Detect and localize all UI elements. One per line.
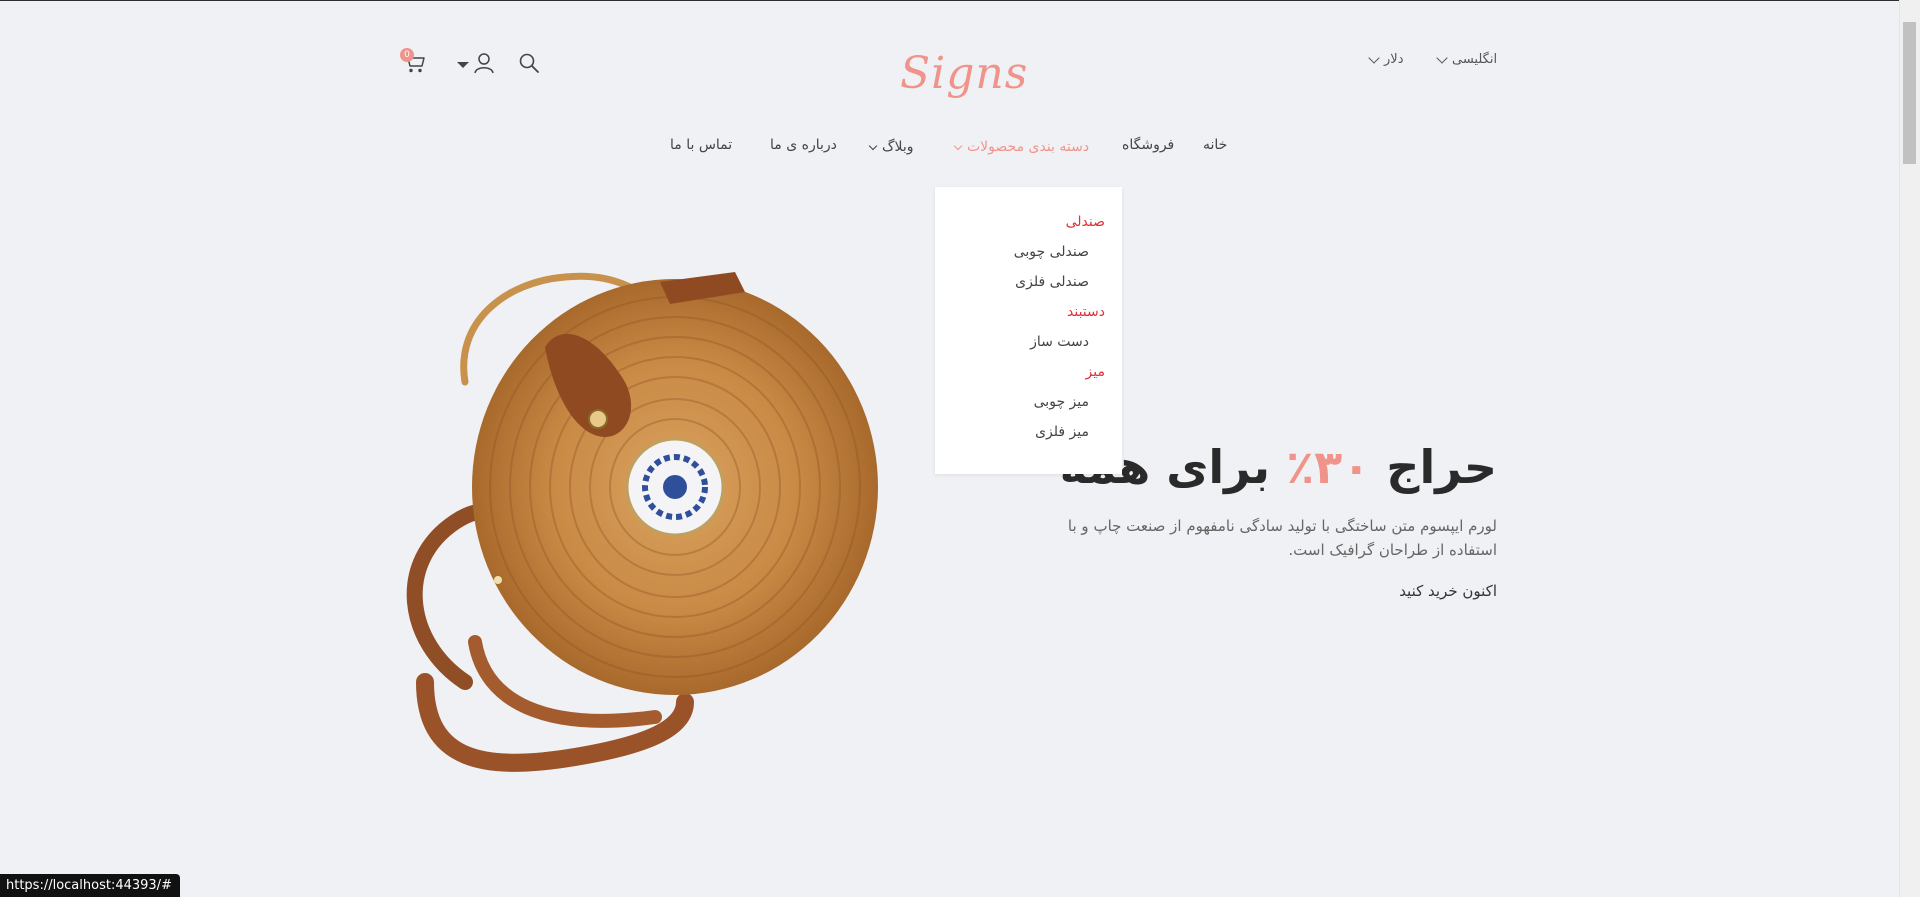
dropdown-heading-chair[interactable]: صندلی (1066, 214, 1105, 230)
vertical-scrollbar[interactable] (1899, 0, 1920, 900)
status-url: https://localhost:44393/# (0, 874, 180, 897)
dropdown-item-metal-chair[interactable]: صندلی فلزی (1015, 274, 1089, 290)
hero-title-percent: ۳۰٪ (1286, 440, 1371, 494)
chevron-down-icon (953, 141, 963, 150)
currency-label: دلار (1384, 52, 1404, 67)
nav-home-label: خانه (1203, 137, 1228, 153)
hero-title-pre: حراج (1370, 440, 1497, 494)
user-icon[interactable] (473, 52, 495, 74)
account-dropdown-caret-icon[interactable] (457, 62, 469, 68)
categories-dropdown-menu: صندلی صندلی چوبی صندلی فلزی دستبند دست س… (935, 187, 1122, 474)
scrollbar-thumb[interactable] (1903, 22, 1916, 164)
chevron-down-icon (1436, 51, 1448, 64)
nav-shop[interactable]: فروشگاه (1122, 137, 1174, 157)
shop-now-link[interactable]: اکنون خرید کنید (1399, 582, 1497, 600)
language-label: انگلیسی (1452, 52, 1498, 67)
currency-selector[interactable]: دلار (1368, 51, 1404, 67)
dropdown-item-wooden-table[interactable]: میز چوبی (1034, 394, 1089, 410)
hero-title: حراج ۳۰٪ برای همه (1060, 440, 1497, 494)
nav-about-label: درباره ی ما (770, 137, 837, 153)
dropdown-item-metal-table[interactable]: میز فلزی (1035, 424, 1089, 440)
dropdown-item-handmade[interactable]: دست ساز (1030, 334, 1089, 350)
site-logo[interactable]: Signs (900, 48, 1028, 99)
rattan-bag-image (406, 272, 878, 772)
nav-categories[interactable]: دسته بندی محصولات (953, 137, 1090, 157)
bottom-strip (0, 897, 1920, 915)
nav-blog[interactable]: وبلاگ (868, 137, 914, 157)
nav-contact-label: تماس با ما (670, 137, 733, 153)
nav-shop-label: فروشگاه (1122, 137, 1175, 153)
nav-about[interactable]: درباره ی ما (770, 137, 837, 157)
chevron-down-icon (868, 141, 878, 150)
language-selector[interactable]: انگلیسی (1436, 51, 1498, 67)
window-top-border (0, 0, 1920, 1)
chevron-down-icon (1368, 51, 1380, 64)
cart-count-badge: 0 (400, 48, 414, 62)
nav-blog-label: وبلاگ (882, 139, 914, 155)
nav-contact[interactable]: تماس با ما (670, 137, 732, 157)
dropdown-heading-bracelet[interactable]: دستبند (1067, 304, 1105, 320)
hero-description: لورم ایپسوم متن ساختگی با تولید سادگی نا… (1067, 517, 1497, 559)
dropdown-item-wooden-chair[interactable]: صندلی چوبی (1014, 244, 1089, 260)
search-icon[interactable] (518, 52, 540, 74)
nav-home[interactable]: خانه (1203, 137, 1227, 157)
dropdown-heading-table[interactable]: میز (1086, 364, 1105, 380)
nav-categories-label: دسته بندی محصولات (967, 139, 1090, 155)
